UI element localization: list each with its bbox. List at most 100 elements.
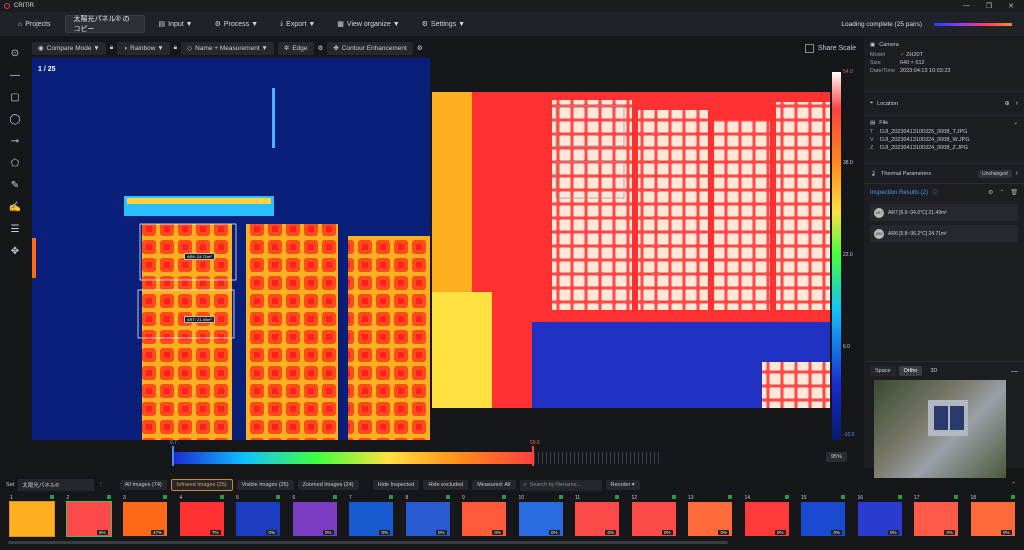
label-mode-dropdown[interactable]: ◇ Name + Measurement ▼ — [181, 41, 274, 55]
inspected-percent-badge: 0% — [887, 530, 899, 535]
palette-dropdown[interactable]: ◑ Rainbow ▼ — [117, 41, 170, 55]
thumbnail[interactable]: 12 0% — [631, 495, 676, 538]
minimize-icon[interactable]: — — [963, 2, 970, 10]
thumbnail[interactable]: 16 0% — [857, 495, 902, 538]
ortho-map[interactable] — [874, 380, 1006, 478]
close-icon[interactable]: ✕ — [1008, 2, 1014, 10]
move-tool-icon[interactable]: ✥ — [6, 242, 24, 260]
search-input[interactable]: ⌕ Search by filename... — [519, 479, 602, 491]
view-menu[interactable]: ▦ View organize ▼ — [329, 15, 407, 33]
adjust-tool-icon[interactable]: ☰ — [6, 220, 24, 238]
tab-3d[interactable]: 3D — [925, 366, 942, 376]
hide-excluded-button[interactable]: Hide excluded — [423, 480, 469, 490]
histogram-low-handle[interactable] — [172, 446, 174, 466]
filmstrip-scrollbar[interactable] — [8, 541, 728, 544]
rectangle-tool-icon[interactable]: ▢ — [6, 88, 24, 106]
more-icon[interactable]: ⋮ — [98, 482, 104, 488]
location-section[interactable]: ⌖ Location ⊕ › — [864, 92, 1024, 116]
roi-label-ar6[interactable]: AR6: 24.71m² — [184, 253, 215, 260]
inspected-percent-badge: 0% — [661, 530, 673, 535]
settings-menu[interactable]: ⚙ Settings ▼ — [414, 15, 473, 33]
check-icon — [1010, 495, 1015, 499]
chevron-up-icon[interactable]: ⌃ — [1011, 482, 1016, 488]
thumbnail[interactable]: 1 — [9, 495, 55, 538]
thumbnail[interactable]: 11 0% — [575, 495, 619, 538]
projects-button[interactable]: ⌂ Projects — [10, 15, 59, 33]
thumbnail[interactable]: 13 0% — [688, 495, 732, 538]
chevron-right-icon[interactable]: › — [1016, 100, 1018, 107]
histogram-high-handle[interactable] — [532, 446, 534, 466]
edge-button[interactable]: ✲ Edge — [277, 41, 314, 55]
check-icon — [784, 495, 789, 499]
measured-filter[interactable]: Measured: All — [472, 480, 516, 490]
view-icon: ▦ — [337, 21, 344, 28]
filter-all[interactable]: All Images (74) — [119, 480, 167, 490]
thumbnail[interactable]: 18 0% — [970, 495, 1015, 538]
thumbnail[interactable]: 17 0% — [914, 495, 958, 538]
export-icon: ⤓ — [280, 20, 284, 27]
settings-small-icon[interactable]: ⚙ — [318, 44, 324, 52]
zoom-indicator[interactable]: 95% — [826, 452, 848, 462]
line-tool-icon[interactable]: — — [6, 66, 24, 84]
gear-icon[interactable]: ⚙ — [988, 189, 993, 196]
point-tool-icon[interactable]: ⊸ — [6, 132, 24, 150]
project-title-button[interactable]: 太陽光パネル® のコピー — [64, 15, 145, 33]
share-scale-checkbox[interactable] — [804, 43, 814, 53]
inspection-result-item[interactable]: AR7 AR7 [6.6~34.0°C] 21.49m² — [870, 204, 1018, 221]
lock-icon[interactable]: 🔒︎ — [110, 44, 113, 52]
thumbnail[interactable]: 7 0% — [349, 495, 393, 538]
infrared-image-panel[interactable]: AR6: 24.71m² AR7: 21.49m² 1 / 25 — [32, 58, 430, 440]
thumbnail-number: 12 — [631, 495, 638, 501]
input-menu[interactable]: ▤ Input ▼ — [151, 15, 201, 33]
chevron-up-icon[interactable]: ⌃ — [999, 189, 1004, 196]
inspection-result-item[interactable]: AR6 AR6 [5.8~36.2°C] 24.71m² — [870, 225, 1018, 242]
thumbnail[interactable]: 6 0% — [292, 495, 337, 538]
set-selector[interactable]: 太陽光パネル® — [18, 479, 95, 491]
maximize-icon[interactable]: ❐ — [986, 2, 992, 10]
thumbnail[interactable]: 3 47% — [123, 495, 167, 538]
settings-small-icon[interactable]: ⚙ — [417, 44, 423, 52]
contour-enhancement-button[interactable]: ✤ Contour Enhancement — [327, 41, 413, 55]
target-icon[interactable]: ⊕ — [1005, 100, 1010, 107]
thumbnail[interactable]: 9 0% — [462, 495, 506, 538]
color-scale-bar[interactable] — [832, 72, 841, 440]
lock-icon[interactable]: 🔒︎ — [174, 44, 177, 52]
image-counter: 1 / 25 — [38, 66, 56, 73]
filter-zoomed[interactable]: Zoomed Images (24) — [297, 480, 359, 490]
check-icon — [163, 495, 167, 499]
histogram[interactable]: 0.7 59.6 — [170, 440, 662, 466]
chevron-down-icon[interactable]: ⌄ — [1013, 120, 1018, 126]
edit-tool-icon[interactable]: ✍ — [6, 198, 24, 216]
thumbnail[interactable]: 8 0% — [405, 495, 450, 538]
thumbnail[interactable]: 4 7% — [179, 495, 224, 538]
trash-icon[interactable]: 🗑︎ — [1010, 189, 1018, 196]
filter-visible[interactable]: Visible Images (25) — [236, 480, 294, 490]
roi-label-ar7[interactable]: AR7: 21.49m² — [184, 316, 215, 323]
thumbnail[interactable]: 10 0% — [518, 495, 563, 538]
process-menu[interactable]: ⚙ Process ▼ — [207, 15, 266, 33]
export-menu[interactable]: ⤓ Export ▼ — [272, 15, 323, 33]
thumbnail[interactable]: 14 0% — [744, 495, 789, 538]
polygon-tool-icon[interactable]: ⬠ — [6, 154, 24, 172]
check-icon — [219, 495, 224, 499]
filter-infrared[interactable]: Infrared Images (25) — [170, 479, 233, 491]
chevron-right-icon[interactable]: › — [1016, 170, 1018, 177]
help-icon[interactable]: ⓘ — [932, 188, 938, 197]
reorder-dropdown[interactable]: Reorder ▾ — [605, 480, 640, 490]
tab-ortho[interactable]: Ortho — [898, 366, 923, 376]
compare-mode-dropdown[interactable]: ◉ Compare Mode ▼ — [32, 41, 106, 55]
thermal-params-section[interactable]: 🌡︎ Thermal Parameters Unchanged › — [864, 164, 1024, 184]
title-bar: CRITIR — ❐ ✕ — [0, 0, 1024, 12]
thumbnail[interactable]: 15 0% — [801, 495, 845, 538]
collapse-icon[interactable]: — — [1011, 368, 1018, 375]
secondary-image-panel[interactable] — [432, 92, 830, 408]
thumbnail[interactable]: 2 6% — [65, 495, 112, 538]
thumbnail[interactable]: 5 0% — [236, 495, 280, 538]
gear-icon: ⚙ — [421, 21, 428, 28]
hide-inspected-button[interactable]: Hide Inspected — [372, 480, 420, 490]
share-scale-label: Share Scale — [817, 44, 856, 52]
pen-tool-icon[interactable]: ✎ — [6, 176, 24, 194]
ellipse-tool-icon[interactable]: ◯ — [6, 110, 24, 128]
tab-space[interactable]: Space — [870, 366, 896, 376]
select-tool-icon[interactable]: ⊙ — [6, 44, 24, 62]
